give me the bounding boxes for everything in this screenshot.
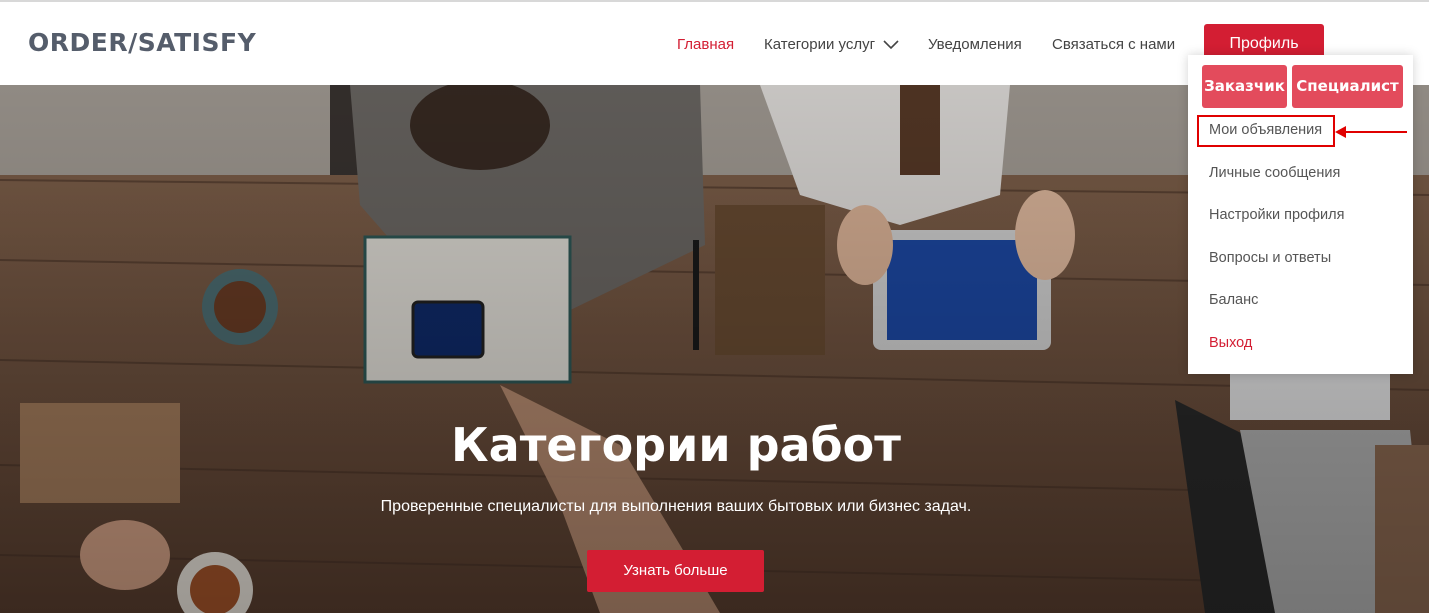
nav-home[interactable]: Главная [677,36,734,53]
menu-item-messages[interactable]: Личные сообщения [1209,165,1340,181]
site-logo[interactable]: ORDER/SATISFY [28,28,256,57]
menu-item-faq[interactable]: Вопросы и ответы [1209,250,1331,266]
customer-button[interactable]: Заказчик [1202,65,1287,108]
menu-item-profile-settings[interactable]: Настройки профиля [1209,207,1344,223]
nav-contact[interactable]: Связаться с нами [1052,36,1175,53]
hero-title: Категории работ [451,418,901,472]
nav-service-categories-label: Категории услуг [764,36,876,53]
annotation-highlight-box [1197,115,1335,147]
menu-item-balance[interactable]: Баланс [1209,292,1258,308]
profile-dropdown-menu: Заказчик Специалист Мои объявления Личны… [1188,55,1413,374]
learn-more-button[interactable]: Узнать больше [587,550,764,592]
menu-item-logout[interactable]: Выход [1209,335,1252,351]
hero-subtitle: Проверенные специалисты для выполнения в… [380,498,972,515]
chevron-down-icon [883,37,899,54]
nav-service-categories[interactable]: Категории услуг [764,36,899,54]
arrow-left-icon [1334,124,1408,145]
specialist-button[interactable]: Специалист [1292,65,1403,108]
nav-notifications[interactable]: Уведомления [928,36,1022,53]
